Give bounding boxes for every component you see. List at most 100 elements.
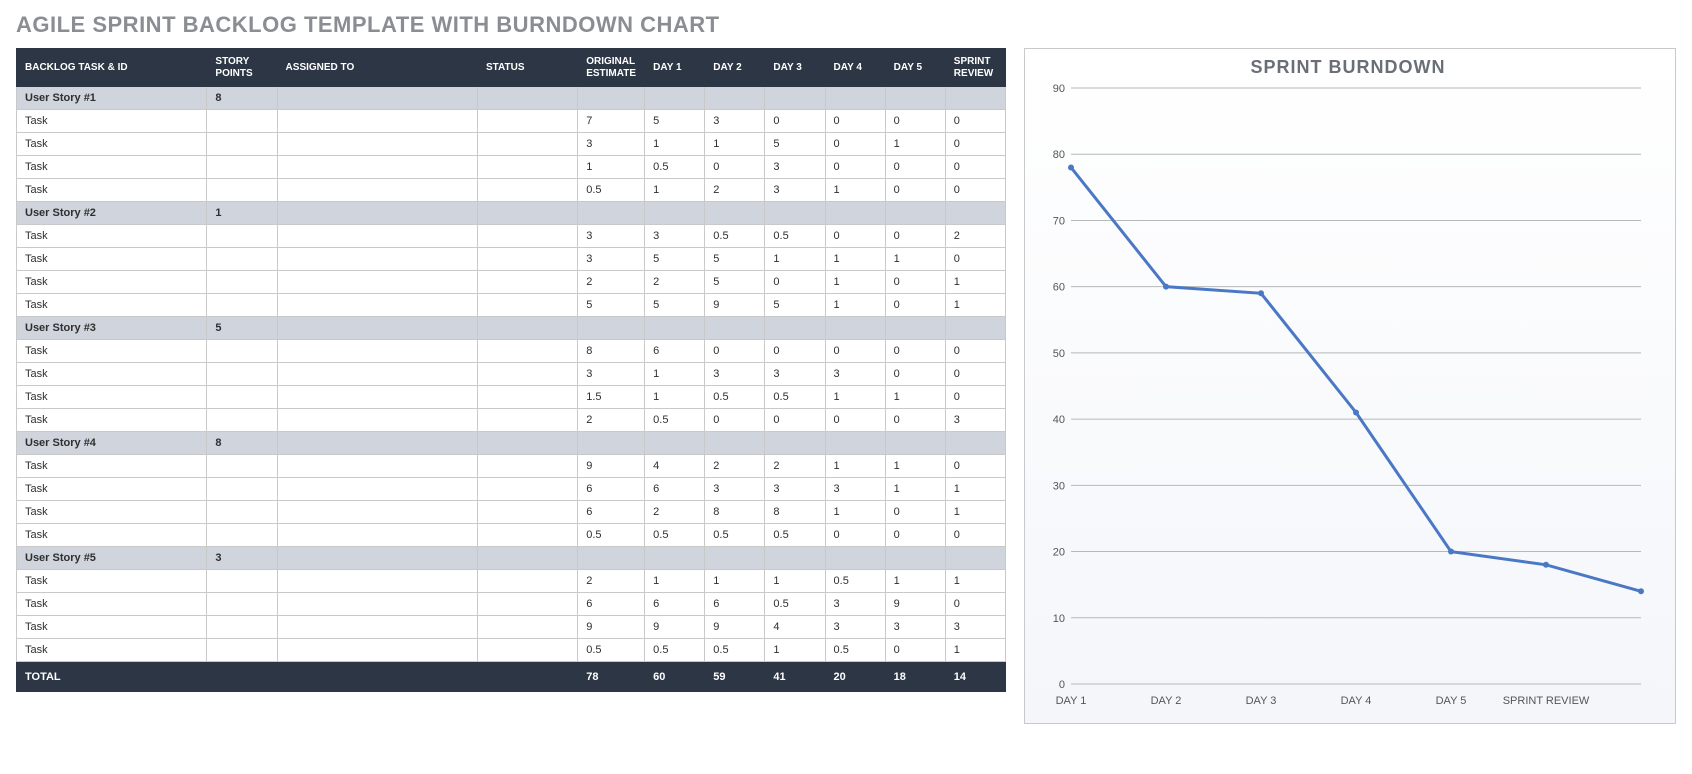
cell[interactable] xyxy=(885,202,945,225)
cell[interactable] xyxy=(277,87,477,110)
cell[interactable]: 0 xyxy=(885,179,945,202)
cell[interactable] xyxy=(207,616,277,639)
cell[interactable]: 5 xyxy=(765,294,825,317)
cell[interactable]: 0 xyxy=(765,340,825,363)
cell[interactable]: 0 xyxy=(825,340,885,363)
cell[interactable]: 41 xyxy=(765,662,825,692)
cell[interactable]: 9 xyxy=(578,616,645,639)
cell[interactable]: 0.5 xyxy=(705,524,765,547)
cell[interactable] xyxy=(207,639,277,662)
cell[interactable]: 0 xyxy=(825,110,885,133)
cell[interactable] xyxy=(207,271,277,294)
cell[interactable] xyxy=(645,432,705,455)
cell[interactable]: Task xyxy=(17,639,207,662)
cell[interactable]: 1 xyxy=(645,179,705,202)
cell[interactable] xyxy=(277,432,477,455)
cell[interactable]: 6 xyxy=(578,478,645,501)
cell[interactable]: User Story #4 xyxy=(17,432,207,455)
cell[interactable]: 1 xyxy=(885,478,945,501)
cell[interactable] xyxy=(207,340,277,363)
cell[interactable]: Task xyxy=(17,133,207,156)
cell[interactable]: 1 xyxy=(885,386,945,409)
cell[interactable]: 0.5 xyxy=(765,386,825,409)
cell[interactable]: 0.5 xyxy=(825,639,885,662)
cell[interactable] xyxy=(477,271,577,294)
cell[interactable] xyxy=(277,271,477,294)
cell[interactable]: Task xyxy=(17,340,207,363)
cell[interactable] xyxy=(885,432,945,455)
cell[interactable] xyxy=(277,225,477,248)
cell[interactable]: 3 xyxy=(578,133,645,156)
cell[interactable] xyxy=(207,133,277,156)
cell[interactable]: 6 xyxy=(578,501,645,524)
cell[interactable] xyxy=(277,294,477,317)
cell[interactable]: 0 xyxy=(945,110,1005,133)
cell[interactable]: 3 xyxy=(945,616,1005,639)
cell[interactable]: 0 xyxy=(705,409,765,432)
cell[interactable] xyxy=(825,87,885,110)
cell[interactable]: 1 xyxy=(765,639,825,662)
cell[interactable] xyxy=(477,662,577,692)
cell[interactable] xyxy=(765,547,825,570)
cell[interactable]: 0 xyxy=(825,225,885,248)
cell[interactable]: 0 xyxy=(705,156,765,179)
cell[interactable] xyxy=(578,547,645,570)
cell[interactable]: 0.5 xyxy=(578,524,645,547)
cell[interactable] xyxy=(207,524,277,547)
cell[interactable] xyxy=(277,478,477,501)
cell[interactable]: 9 xyxy=(705,616,765,639)
cell[interactable]: 5 xyxy=(578,294,645,317)
cell[interactable] xyxy=(477,616,577,639)
cell[interactable] xyxy=(578,87,645,110)
cell[interactable] xyxy=(945,87,1005,110)
cell[interactable] xyxy=(277,133,477,156)
cell[interactable]: 1 xyxy=(825,386,885,409)
cell[interactable] xyxy=(277,409,477,432)
cell[interactable]: 0 xyxy=(945,340,1005,363)
cell[interactable]: 4 xyxy=(645,455,705,478)
cell[interactable]: 0 xyxy=(825,409,885,432)
cell[interactable]: Task xyxy=(17,455,207,478)
cell[interactable] xyxy=(477,501,577,524)
cell[interactable]: 0.5 xyxy=(578,179,645,202)
cell[interactable]: 9 xyxy=(885,593,945,616)
cell[interactable]: 9 xyxy=(705,294,765,317)
cell[interactable]: Task xyxy=(17,616,207,639)
cell[interactable] xyxy=(277,455,477,478)
cell[interactable]: 0 xyxy=(885,524,945,547)
cell[interactable]: 5 xyxy=(645,294,705,317)
cell[interactable] xyxy=(825,547,885,570)
cell[interactable] xyxy=(277,616,477,639)
cell[interactable]: Task xyxy=(17,570,207,593)
cell[interactable]: 2 xyxy=(645,501,705,524)
cell[interactable] xyxy=(945,317,1005,340)
cell[interactable]: 0.5 xyxy=(825,570,885,593)
cell[interactable]: 1 xyxy=(945,478,1005,501)
cell[interactable]: 1 xyxy=(765,570,825,593)
cell[interactable]: 0.5 xyxy=(765,225,825,248)
cell[interactable]: 3 xyxy=(705,363,765,386)
cell[interactable]: Task xyxy=(17,363,207,386)
cell[interactable] xyxy=(705,202,765,225)
cell[interactable] xyxy=(207,455,277,478)
cell[interactable] xyxy=(277,156,477,179)
cell[interactable] xyxy=(207,662,277,692)
cell[interactable] xyxy=(578,317,645,340)
cell[interactable] xyxy=(477,133,577,156)
cell[interactable]: 0 xyxy=(885,156,945,179)
cell[interactable]: 3 xyxy=(578,248,645,271)
cell[interactable]: 8 xyxy=(705,501,765,524)
cell[interactable]: 2 xyxy=(645,271,705,294)
cell[interactable]: User Story #2 xyxy=(17,202,207,225)
cell[interactable]: 0.5 xyxy=(645,639,705,662)
cell[interactable]: Task xyxy=(17,409,207,432)
cell[interactable]: 1 xyxy=(945,271,1005,294)
cell[interactable]: 0 xyxy=(945,156,1005,179)
cell[interactable] xyxy=(277,202,477,225)
cell[interactable] xyxy=(477,547,577,570)
cell[interactable]: 0 xyxy=(765,409,825,432)
cell[interactable] xyxy=(705,547,765,570)
cell[interactable]: 1 xyxy=(645,386,705,409)
cell[interactable] xyxy=(277,363,477,386)
cell[interactable]: 2 xyxy=(578,570,645,593)
